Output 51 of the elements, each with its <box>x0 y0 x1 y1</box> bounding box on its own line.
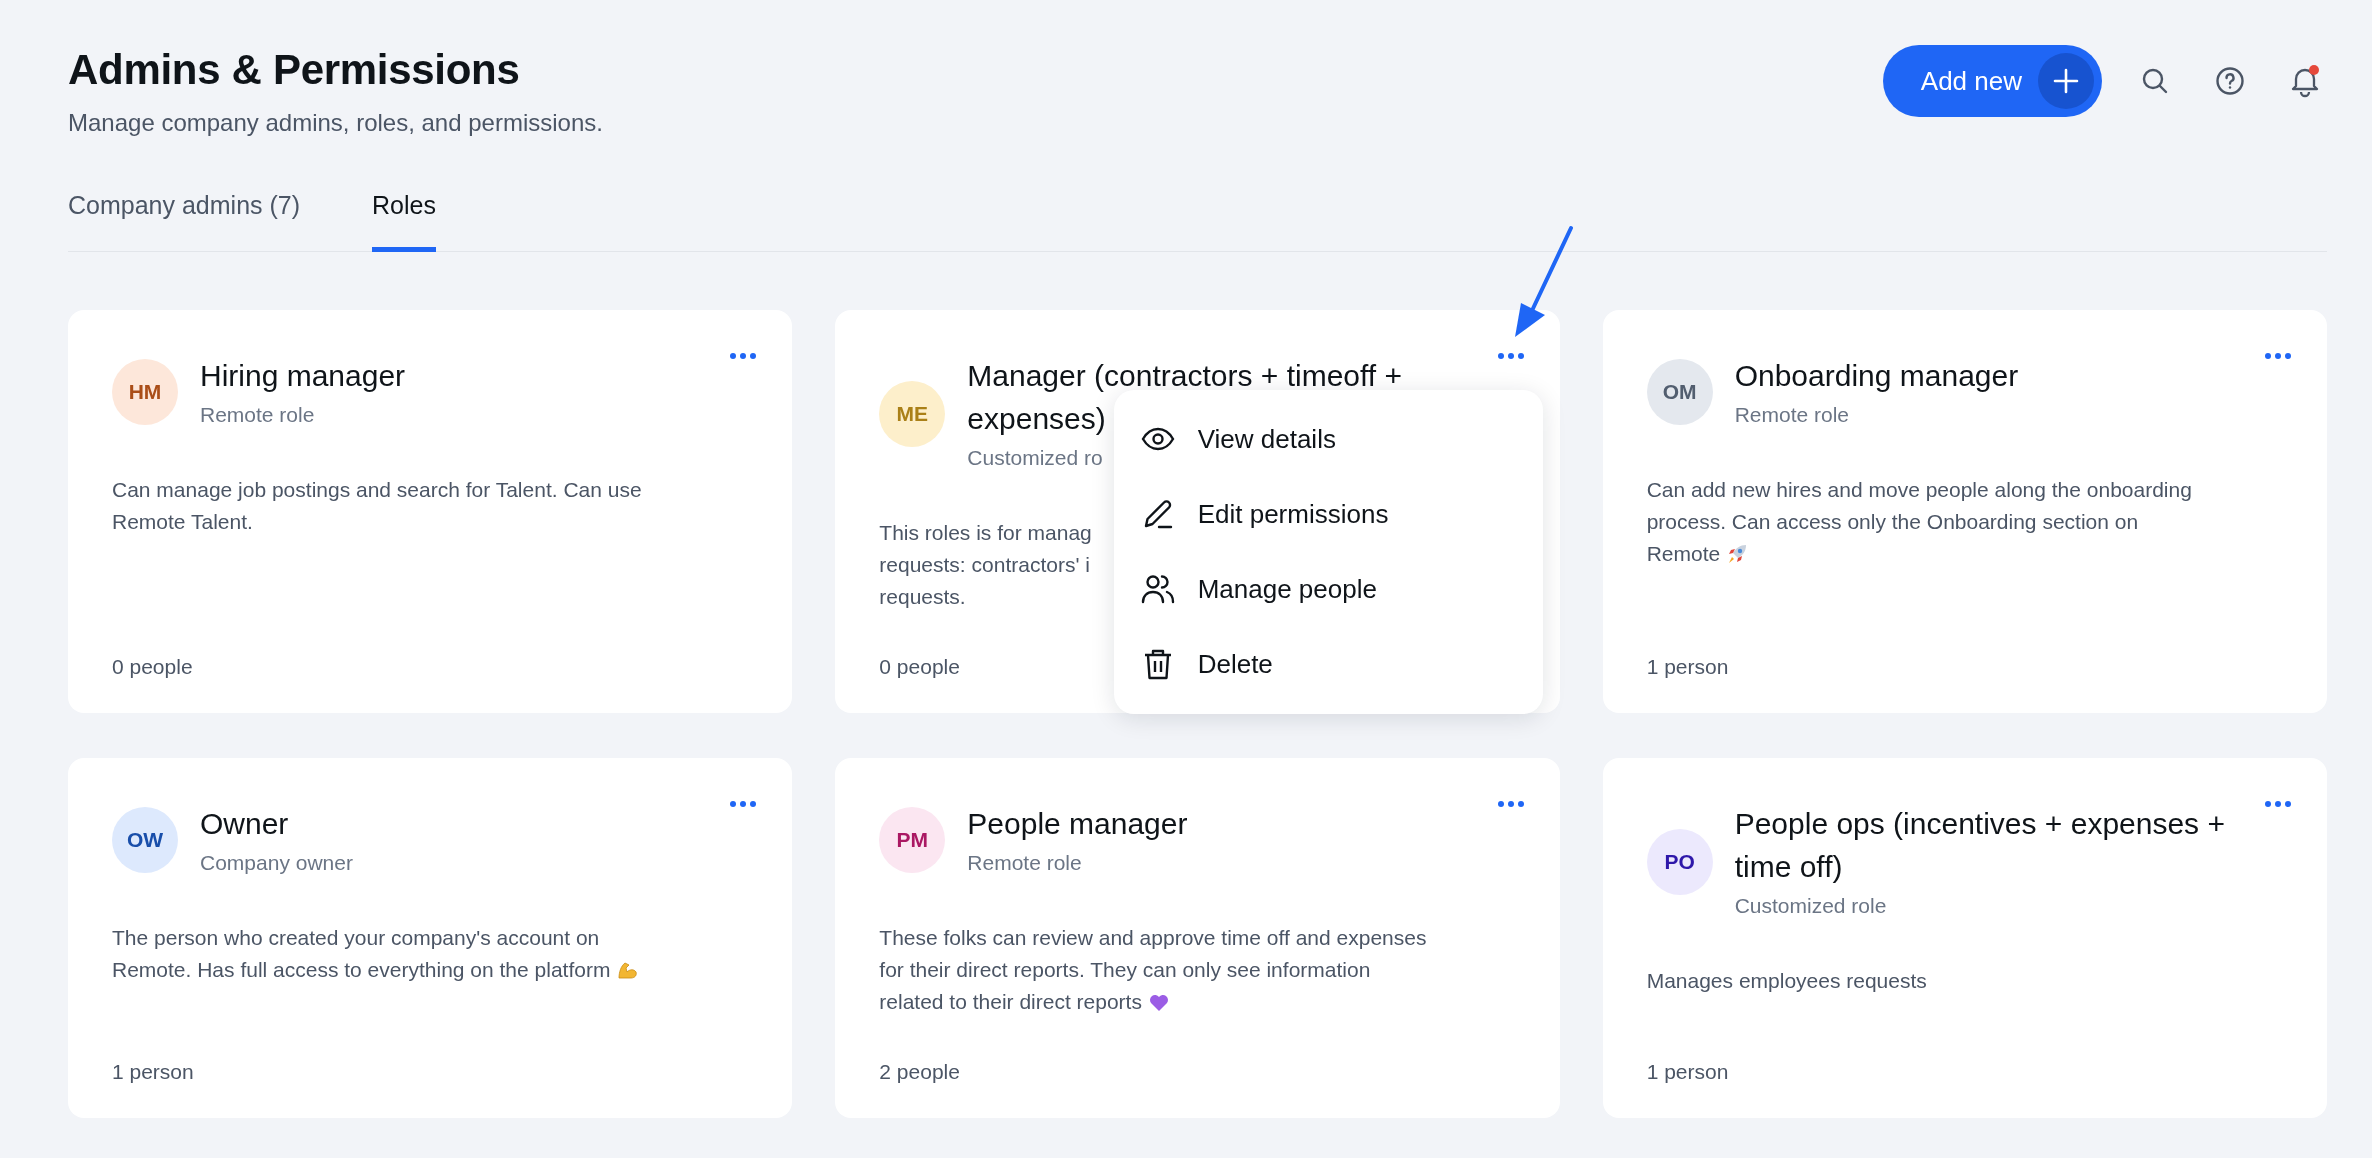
role-description: requests. <box>879 584 966 611</box>
people-count: 1 person <box>1646 1059 1729 1086</box>
role-title: Manager (contractors + timeoff + <box>967 357 1402 394</box>
menu-item[interactable]: Manage people <box>1113 551 1543 627</box>
people-count: 0 people <box>879 654 960 681</box>
page-subtitle: Manage company admins, roles, and permissions. <box>68 108 603 139</box>
menu-item[interactable]: Delete <box>1113 626 1543 702</box>
add-new-button[interactable]: Add new <box>1882 45 2102 117</box>
role-title: time off) <box>1734 848 1843 885</box>
role-description: Can add new hires and move people along the onboarding <box>1646 477 2192 504</box>
role-description: Manages employees requests <box>1646 968 1927 995</box>
page-title: Admins & Permissions <box>68 45 521 95</box>
role-title: Owner <box>200 805 289 842</box>
avatar: PM <box>879 807 946 874</box>
role-description: related to their direct reports <box>879 989 1142 1016</box>
role-title: Onboarding manager <box>1734 357 2019 394</box>
people-count: 1 person <box>1646 654 1729 681</box>
role-description: Remote Talent. <box>112 509 253 536</box>
role-description: Remote <box>1646 541 1721 568</box>
avatar: PO <box>1646 828 1713 895</box>
tab[interactable]: Roles <box>372 187 436 252</box>
menu-item[interactable]: Edit permissions <box>1113 476 1543 552</box>
role-title: People ops (incentives + expenses + <box>1734 805 2225 842</box>
role-description: requests: contractors' i <box>879 552 1090 579</box>
tab[interactable]: Company admins (7) <box>68 187 301 252</box>
role-description: Remote. Has full access to everything on the platform <box>112 957 611 984</box>
role-title: Hiring manager <box>200 357 406 394</box>
role-description: Can manage job postings and search for Talent. Can use <box>112 477 642 504</box>
avatar: OW <box>112 807 178 874</box>
role-description: These folks can review and approve time off and expenses <box>879 925 1427 952</box>
role-type: Company owner <box>200 849 353 876</box>
avatar: HM <box>112 359 178 426</box>
role-title: People manager <box>967 805 1188 842</box>
rocket-icon <box>1726 543 1749 566</box>
role-type: Remote role <box>1734 401 1850 428</box>
people-count: 2 people <box>879 1059 960 1086</box>
role-title: expenses) <box>967 400 1106 437</box>
people-count: 0 people <box>112 654 193 681</box>
plus-icon <box>2053 68 2079 94</box>
menu-item[interactable]: View details <box>1113 401 1543 477</box>
role-description: This roles is for manag <box>879 520 1092 547</box>
avatar: OM <box>1646 359 1713 426</box>
role-type: Customized role <box>1734 892 1887 919</box>
role-description: The person who created your company's account on <box>112 925 600 952</box>
avatar: ME <box>879 380 946 447</box>
people-count: 1 person <box>112 1059 194 1086</box>
role-type: Remote role <box>200 401 315 428</box>
role-description: for their direct reports. They can only see information <box>879 957 1371 984</box>
role-type: Customized ro <box>967 444 1103 471</box>
role-description: process. Can access only the Onboarding section on <box>1646 509 2139 536</box>
role-type: Remote role <box>967 849 1082 876</box>
